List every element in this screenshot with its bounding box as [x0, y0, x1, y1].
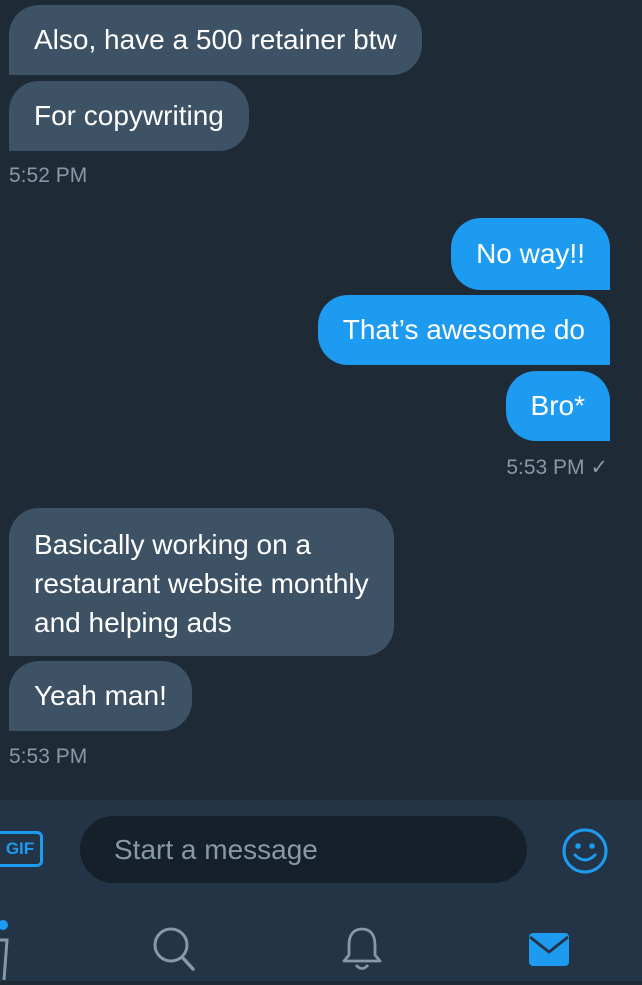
- message-timestamp: 5:53 PM ✓: [506, 455, 608, 480]
- tab-notifications[interactable]: [340, 925, 384, 973]
- tab-search[interactable]: [152, 925, 196, 973]
- home-icon: [0, 920, 9, 981]
- tab-home[interactable]: [0, 918, 14, 981]
- message-input-placeholder: Start a message: [114, 833, 318, 865]
- message-line: restaurant website monthly: [34, 568, 369, 599]
- message-timestamp: 5:53 PM: [9, 745, 88, 768]
- message-thread[interactable]: Also, have a 500 retainer btw For copywr…: [0, 0, 642, 800]
- message-line: and helping ads: [34, 607, 232, 638]
- mail-icon: [529, 933, 569, 966]
- incoming-message[interactable]: Also, have a 500 retainer btw: [9, 5, 422, 75]
- incoming-message[interactable]: Yeah man!: [9, 661, 192, 731]
- bottom-tab-bar: [0, 900, 642, 981]
- read-receipt-icon: ✓: [590, 456, 608, 479]
- incoming-message[interactable]: For copywriting: [9, 81, 249, 151]
- outgoing-message[interactable]: No way!!: [451, 218, 610, 290]
- tab-messages[interactable]: [527, 928, 571, 970]
- message-line: Basically working on a: [34, 529, 312, 560]
- incoming-message[interactable]: Basically working on a restaurant websit…: [9, 508, 394, 656]
- smiley-icon: [562, 828, 608, 874]
- message-timestamp: 5:52 PM: [9, 164, 88, 187]
- gif-button[interactable]: GIF: [0, 831, 43, 867]
- emoji-button[interactable]: [560, 826, 610, 876]
- outgoing-message[interactable]: Bro*: [505, 371, 610, 441]
- message-input[interactable]: Start a message: [80, 816, 527, 883]
- outgoing-message[interactable]: That’s awesome do: [317, 295, 610, 365]
- bell-icon: [342, 927, 382, 970]
- timestamp-text: 5:53 PM: [506, 456, 585, 479]
- search-icon: [153, 927, 195, 971]
